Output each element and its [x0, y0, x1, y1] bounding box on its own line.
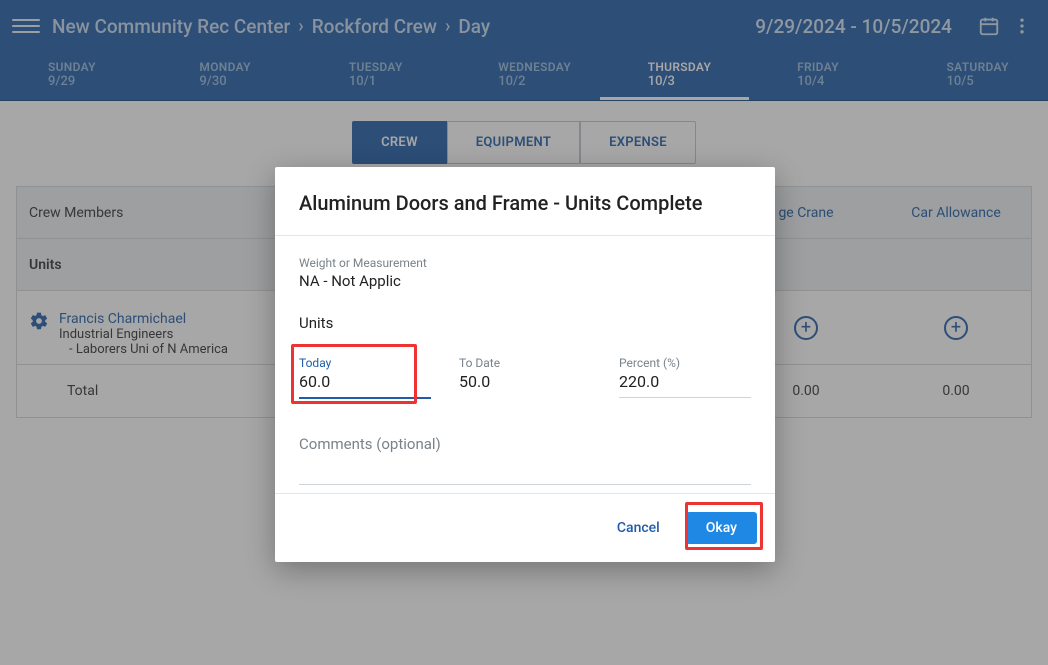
cancel-button[interactable]: Cancel	[605, 512, 672, 544]
percent-input[interactable]: 220.0	[619, 370, 751, 398]
today-input[interactable]: 60.0	[299, 370, 431, 399]
weight-label: Weight or Measurement	[299, 256, 751, 270]
todate-field: To Date 50.0	[459, 356, 591, 399]
today-field[interactable]: Today 60.0	[299, 356, 431, 399]
units-complete-dialog: Aluminum Doors and Frame - Units Complet…	[275, 167, 775, 562]
todate-value: 50.0	[459, 370, 591, 398]
comments-field[interactable]: Comments (optional)	[299, 435, 751, 485]
percent-label: Percent (%)	[619, 356, 751, 370]
comments-label: Comments (optional)	[299, 435, 751, 453]
dialog-title: Aluminum Doors and Frame - Units Complet…	[275, 167, 775, 236]
okay-button[interactable]: Okay	[686, 512, 757, 544]
units-section-label: Units	[299, 314, 751, 332]
comments-input[interactable]	[299, 457, 751, 485]
percent-field[interactable]: Percent (%) 220.0	[619, 356, 751, 399]
weight-value: NA - Not Applic	[299, 272, 751, 290]
today-label: Today	[299, 356, 431, 370]
todate-label: To Date	[459, 356, 591, 370]
